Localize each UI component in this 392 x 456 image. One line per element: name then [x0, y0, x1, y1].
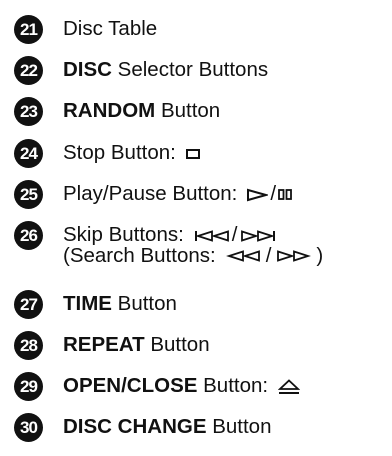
stop-icon	[185, 148, 200, 159]
play-icon	[247, 188, 269, 201]
skip-forward-icon	[240, 229, 275, 242]
item-bold-text: TIME	[63, 292, 112, 316]
number-badge: 22	[14, 56, 43, 85]
item-bold-text: OPEN/CLOSE	[63, 374, 198, 398]
number-badge: 24	[14, 139, 43, 168]
item-bold-text: DISC CHANGE	[63, 415, 207, 439]
legend-item: 29 OPEN/CLOSE Button:	[14, 372, 301, 401]
search-back-icon	[225, 250, 260, 262]
number-badge: 21	[14, 15, 43, 44]
number-badge: 28	[14, 331, 43, 360]
item-text: Button	[155, 99, 221, 123]
subline-open-text: (Search Buttons:	[63, 244, 216, 267]
slash-separator: /	[265, 244, 272, 267]
number-badge: 30	[14, 413, 43, 442]
item-bold-text: RANDOM	[63, 99, 156, 123]
pause-icon	[278, 189, 292, 200]
item-label: REPEAT Button	[63, 335, 210, 356]
item-bold-text: DISC	[63, 58, 112, 82]
legend-item: 23 RANDOM Button	[14, 97, 220, 126]
item-label: DISC Selector Buttons	[63, 60, 268, 81]
item-label: Skip Buttons: /	[63, 225, 276, 246]
number-badge: 29	[14, 372, 43, 401]
number-badge: 27	[14, 290, 43, 319]
item-bold-text: REPEAT	[63, 333, 145, 357]
legend-subline: (Search Buttons: / )	[63, 244, 324, 267]
item-text: Disc Table	[63, 17, 158, 41]
item-text: Selector Buttons	[111, 58, 269, 82]
legend-item: 21 Disc Table	[14, 15, 157, 44]
skip-back-icon	[194, 229, 229, 242]
item-label: DISC CHANGE Button	[63, 417, 271, 438]
legend-item: 25 Play/Pause Button: /	[14, 180, 292, 209]
item-label: TIME Button	[63, 294, 177, 315]
legend-item: 27 TIME Button	[14, 290, 177, 319]
item-text: Button	[206, 415, 272, 439]
slash-separator: /	[231, 223, 238, 247]
number-badge: 26	[14, 221, 43, 250]
item-text: Skip Buttons:	[63, 223, 184, 247]
item-label: Disc Table	[63, 19, 157, 40]
item-text: Button:	[197, 374, 269, 398]
button-legend-list: 21 Disc Table 22 DISC Selector Buttons 2…	[0, 0, 392, 456]
item-label: Play/Pause Button: /	[63, 184, 292, 205]
legend-item: 24 Stop Button:	[14, 139, 200, 168]
eject-icon	[278, 378, 301, 394]
item-text: Button	[111, 292, 177, 316]
number-badge: 25	[14, 180, 43, 209]
subline-close-text: )	[316, 244, 324, 267]
item-label: RANDOM Button	[63, 101, 220, 122]
item-label: Stop Button:	[63, 143, 200, 164]
item-text: Stop Button:	[63, 141, 176, 165]
legend-item: 22 DISC Selector Buttons	[14, 56, 268, 85]
slash-separator: /	[270, 182, 277, 206]
item-text: Button	[144, 333, 210, 357]
item-label: OPEN/CLOSE Button:	[63, 374, 301, 398]
number-badge: 23	[14, 97, 43, 126]
legend-item: 28 REPEAT Button	[14, 331, 210, 360]
legend-item: 30 DISC CHANGE Button	[14, 413, 271, 442]
item-text: Play/Pause Button:	[63, 182, 238, 206]
search-forward-icon	[277, 250, 312, 262]
